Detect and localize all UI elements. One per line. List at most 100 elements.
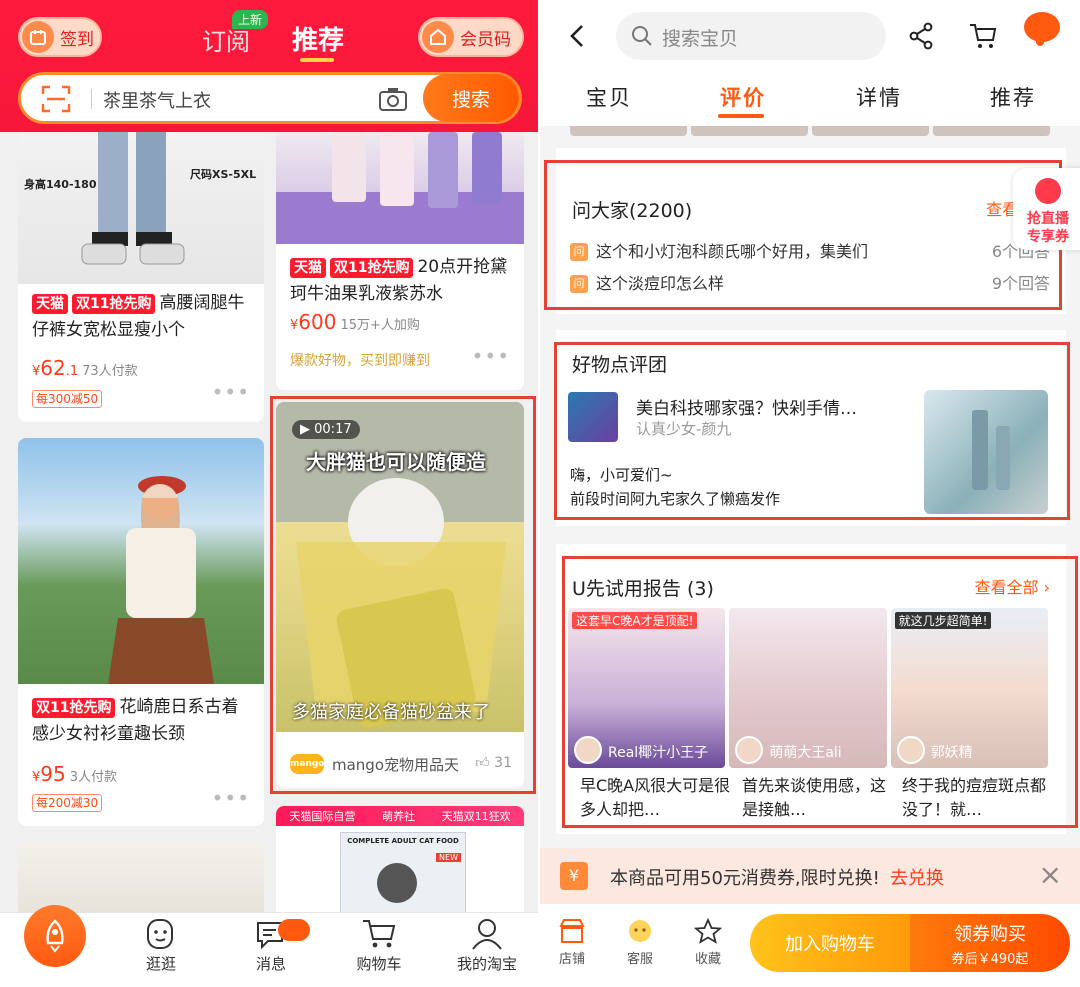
product-detail-panel: 搜索宝贝 宝贝 评价 详情 推荐 问大家(2200) 查看全部 问这个和小灯泡科…: [540, 0, 1080, 987]
product-card-cosmetics[interactable]: 天猫 双11抢先购 20点开抢黛珂牛油果乳液紫苏水 ¥600 15万+人加购 爆款好物…: [276, 132, 524, 390]
voucher-icon: ¥: [560, 862, 588, 890]
service-label: 客服: [626, 952, 653, 967]
tab-reviews[interactable]: 评价: [720, 82, 766, 112]
search-button[interactable]: 搜索: [423, 74, 519, 122]
tab-recommend[interactable]: 推荐: [990, 82, 1036, 112]
live-coupon-float[interactable]: 抢直播 专享券: [1013, 168, 1080, 250]
share-icon[interactable]: [908, 22, 934, 50]
product-title: 双11抢先购 花崎鹿日系古着感少女衬衫童趣长颈: [32, 694, 252, 748]
nav-label: 逛逛: [145, 955, 176, 973]
live-float-line2: 专享券: [1027, 229, 1069, 245]
store-icon: [422, 21, 454, 53]
nav-messages[interactable]: 消息: [226, 917, 316, 974]
cart-icon: [363, 920, 396, 948]
service-icon: [629, 920, 651, 942]
tab-recommend[interactable]: 推荐: [292, 20, 344, 57]
home-feed-panel: 签到 订阅 上新 推荐 会员码 茶里茶气上衣 搜索 身高140-180 尺码XS…: [0, 0, 538, 987]
detail-bottom-bar: 店铺 客服 收藏 加入购物车 领券购买 券后￥490起: [540, 904, 1080, 987]
double11-tag: 双11抢先购: [72, 294, 156, 314]
message-badge: [278, 919, 310, 941]
add-cart-count: 15万+人加购: [340, 318, 420, 333]
highlight-box-ask: [544, 160, 1062, 310]
image-text-height: 身高140-180: [24, 178, 97, 191]
store-button[interactable]: 店铺: [542, 918, 602, 967]
search-icon: [632, 26, 652, 46]
home-header: 签到 订阅 上新 推荐 会员码 茶里茶气上衣 搜索: [0, 0, 538, 132]
product-card-jeans[interactable]: 身高140-180 尺码XS-5XL 天猫 双11抢先购 高腰阔腿牛仔裤女宽松显瘦小…: [18, 132, 264, 422]
search-placeholder: 搜索宝贝: [662, 28, 739, 50]
home-rocket-button[interactable]: [24, 905, 86, 967]
store-icon: [559, 919, 585, 943]
recommend-underline: [300, 58, 334, 62]
more-icon[interactable]: •••: [212, 380, 250, 404]
nav-guangguang[interactable]: 逛逛: [116, 917, 206, 974]
live-float-line1: 抢直播: [1027, 211, 1069, 227]
rocket-icon: [46, 919, 64, 953]
price-int: 600: [298, 310, 337, 334]
review-image-strip: [570, 126, 1050, 136]
camera-icon[interactable]: [378, 86, 408, 112]
image-text-size: 尺码XS-5XL: [190, 168, 257, 181]
product-title: 天猫 双11抢先购 20点开抢黛珂牛油果乳液紫苏水: [290, 254, 516, 308]
nav-cart[interactable]: 购物车: [334, 917, 424, 974]
star-icon: [694, 918, 722, 944]
search-bar[interactable]: 茶里茶气上衣 搜索: [18, 72, 522, 124]
back-icon[interactable]: [566, 22, 586, 50]
product-title: 天猫 双11抢先购 高腰阔腿牛仔裤女宽松显瘦小个: [32, 290, 252, 344]
product-price: ¥95 3人付款: [32, 762, 117, 786]
scan-icon[interactable]: [41, 85, 71, 113]
product-image: [18, 438, 264, 684]
face-icon: [147, 919, 173, 949]
favorite-button[interactable]: 收藏: [678, 918, 738, 967]
promo-strip-2: 天猫双11狂欢: [441, 810, 511, 823]
detail-header: 搜索宝贝 宝贝 评价 详情 推荐: [540, 0, 1080, 126]
product-image: [276, 132, 524, 244]
nav-my-taobao[interactable]: 我的淘宝: [442, 917, 532, 974]
add-to-cart-button[interactable]: 加入购物车: [750, 914, 910, 972]
signin-button[interactable]: 签到: [18, 17, 102, 57]
tab-details[interactable]: 详情: [856, 82, 902, 112]
customer-service-button[interactable]: 客服: [610, 918, 670, 967]
close-icon[interactable]: ×: [1039, 858, 1062, 891]
highlight-box-goodies: [554, 342, 1070, 520]
search-input[interactable]: 搜索宝贝: [616, 12, 886, 60]
new-label: NEW: [436, 853, 461, 862]
product-price: ¥62.1 73人付款: [32, 356, 138, 380]
price-int: 95: [40, 762, 66, 786]
vip-code-button[interactable]: 会员码: [418, 17, 524, 57]
promo-strip-1: 萌养社: [381, 810, 415, 823]
tmall-tag: 天猫: [32, 294, 68, 314]
active-tab-underline: [718, 114, 764, 118]
user-icon: [472, 919, 502, 950]
redeem-link[interactable]: 去兑换: [890, 868, 944, 889]
coupon-badge: 每300减50: [32, 390, 103, 408]
cart-icon[interactable]: [968, 22, 998, 50]
sold-count: 73人付款: [82, 364, 138, 379]
more-icon[interactable]: •••: [472, 344, 510, 368]
product-card-cat-food[interactable]: 天猫国际自营 萌养社 天猫双11狂欢 COMPLETE ADULT CAT FO…: [276, 806, 524, 926]
voucher-bar[interactable]: ¥ 本商品可用50元消费券,限时兑换! 去兑换 ×: [540, 848, 1080, 904]
hot-item-slogan: 爆款好物，买到即赚到: [290, 353, 430, 369]
sold-count: 3人付款: [69, 770, 118, 785]
search-input[interactable]: 茶里茶气上衣: [103, 87, 211, 113]
search-separator: [91, 89, 92, 109]
double11-tag: 双11抢先购: [32, 698, 116, 718]
buy-sublabel: 券后￥490起: [951, 952, 1029, 967]
new-badge: 上新: [232, 10, 269, 29]
cat-photo: [377, 863, 417, 903]
signin-label: 签到: [60, 29, 94, 50]
nav-label: 购物车: [356, 955, 402, 973]
voucher-message: 本商品可用50元消费券,限时兑换!: [610, 868, 880, 889]
message-bubble-icon[interactable]: [1024, 12, 1060, 46]
product-image: 身高140-180 尺码XS-5XL: [18, 132, 264, 284]
highlight-box-report: [562, 556, 1078, 828]
nav-label: 我的淘宝: [456, 955, 517, 973]
buy-with-coupon-button[interactable]: 领券购买 券后￥490起: [910, 914, 1070, 972]
more-icon[interactable]: •••: [212, 786, 250, 810]
product-card-blouse[interactable]: 双11抢先购 花崎鹿日系古着感少女衬衫童趣长颈 ¥95 3人付款 每200减30 •…: [18, 438, 264, 826]
price-int: 62: [40, 356, 66, 380]
vip-code-label: 会员码: [460, 29, 511, 50]
tab-item[interactable]: 宝贝: [586, 82, 632, 112]
live-icon: [1035, 178, 1061, 204]
highlight-box-video: [270, 396, 536, 794]
